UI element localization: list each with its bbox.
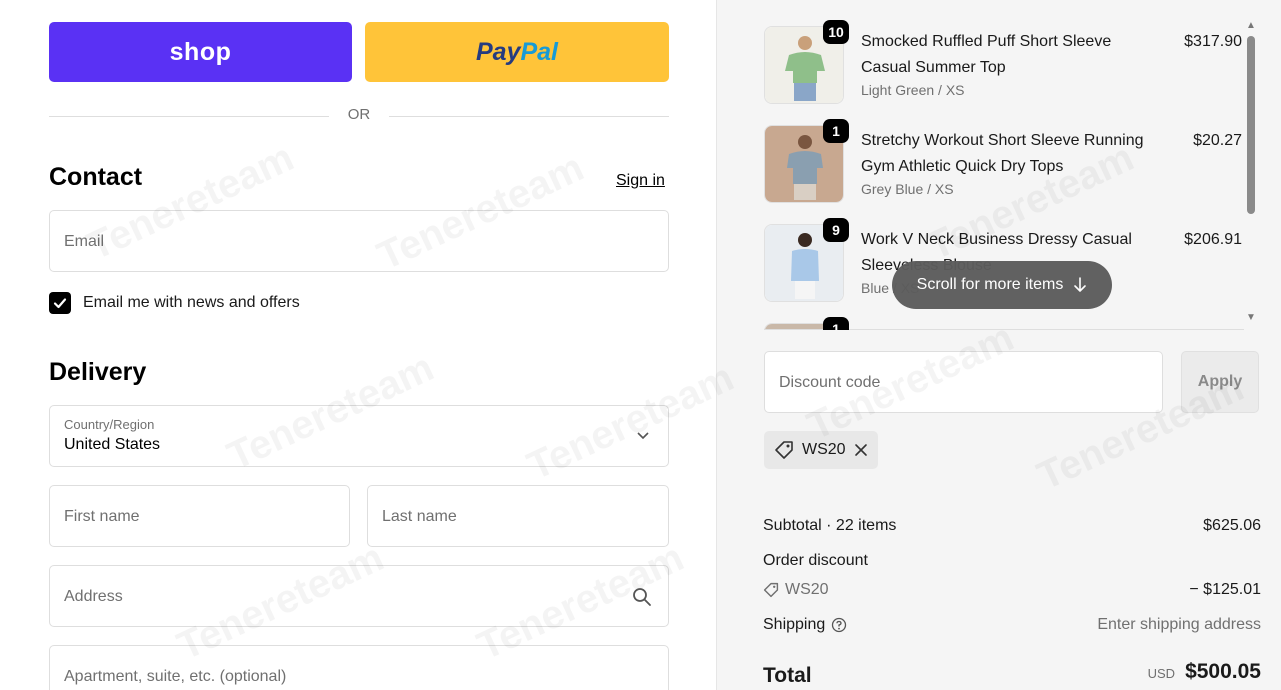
subtotal-row: Subtotal · 22 items $625.06 <box>763 517 1261 535</box>
newsletter-checkbox[interactable] <box>49 292 71 314</box>
quantity-badge: 1 <box>823 119 849 143</box>
item-price: $206.91 <box>1184 231 1242 248</box>
arrow-down-icon <box>1074 277 1087 292</box>
newsletter-label: Email me with news and offers <box>83 294 300 311</box>
discount-code-label: WS20 <box>785 581 829 598</box>
first-name-placeholder: First name <box>64 508 140 525</box>
discount-code-row: WS20 − $125.01 <box>763 581 1261 603</box>
tag-icon <box>775 441 793 459</box>
paypal-button[interactable]: Pay Pal <box>365 22 669 82</box>
item-title: Stretchy Workout Short Sleeve Running Gy… <box>861 132 1144 175</box>
cart-item: 1 Stretchy Workout Short Sleeve Running … <box>764 119 1244 209</box>
subtotal-value: $625.06 <box>1203 517 1261 534</box>
item-price: $317.90 <box>1184 33 1242 50</box>
or-label: OR <box>347 106 371 123</box>
chevron-down-icon <box>637 432 649 440</box>
scroll-for-more-button[interactable]: Scroll for more items <box>892 261 1112 309</box>
first-name-field[interactable]: First name <box>49 485 350 547</box>
or-divider: OR <box>49 106 669 126</box>
total-label: Total <box>763 664 812 687</box>
scroll-up-icon[interactable]: ▲ <box>1245 20 1257 31</box>
country-label: Country/Region <box>64 417 155 432</box>
sign-in-link[interactable]: Sign in <box>616 172 665 190</box>
contact-heading: Contact <box>49 163 143 191</box>
scroll-hint-label: Scroll for more items <box>916 276 1064 293</box>
checkout-page: shop Pay Pal OR Contact Sign in Email Ema… <box>0 0 1281 690</box>
address-placeholder: Address <box>64 588 123 605</box>
country-value: United States <box>64 436 161 453</box>
applied-code-label: WS20 <box>802 441 846 458</box>
last-name-placeholder: Last name <box>382 508 457 525</box>
shop-pay-button[interactable]: shop <box>49 22 352 82</box>
item-price: $20.27 <box>1193 132 1242 149</box>
help-icon[interactable] <box>831 617 847 633</box>
item-variant: Light Green / XS <box>861 82 965 98</box>
discount-placeholder: Discount code <box>779 374 881 391</box>
delivery-heading: Delivery <box>49 358 147 386</box>
address-field[interactable]: Address <box>49 565 669 627</box>
email-field[interactable]: Email <box>49 210 669 272</box>
apply-discount-button[interactable]: Apply <box>1181 351 1259 413</box>
quantity-badge: 1 <box>823 317 849 330</box>
or-line-right <box>389 116 669 117</box>
country-select[interactable]: Country/Region United States <box>49 405 669 467</box>
email-placeholder: Email <box>64 233 105 250</box>
quantity-badge: 10 <box>823 20 849 44</box>
discount-code-tag: WS20 <box>763 581 829 599</box>
last-name-field[interactable]: Last name <box>367 485 669 547</box>
order-discount-row: Order discount <box>763 552 1261 570</box>
shop-pay-label: shop <box>169 37 232 66</box>
shipping-row: Shipping Enter shipping address <box>763 616 1261 634</box>
quantity-badge: 9 <box>823 218 849 242</box>
currency-label: USD <box>1147 666 1176 681</box>
applied-discount-chip: WS20 <box>764 431 878 469</box>
cart-item: 10 Smocked Ruffled Puff Short Sleeve Cas… <box>764 20 1244 110</box>
checkout-form-column: shop Pay Pal OR Contact Sign in Email Ema… <box>0 0 716 690</box>
total-row: Total USD $500.05 <box>763 660 1261 688</box>
discount-code-input[interactable]: Discount code <box>764 351 1163 413</box>
paypal-label-pal: Pal <box>520 37 558 66</box>
scroll-down-icon[interactable]: ▼ <box>1245 312 1257 323</box>
search-icon[interactable] <box>632 587 652 607</box>
tag-icon <box>763 582 779 598</box>
shipping-label-group: Shipping <box>763 616 847 634</box>
scroll-thumb[interactable] <box>1247 36 1255 214</box>
item-title: Smocked Ruffled Puff Short Sleeve Casual… <box>861 33 1112 76</box>
shipping-label: Shipping <box>763 616 826 633</box>
apartment-field[interactable]: Apartment, suite, etc. (optional) <box>49 645 669 690</box>
express-checkout: shop Pay Pal <box>49 22 669 82</box>
subtotal-label: Subtotal · 22 items <box>763 517 897 534</box>
checkmark-icon <box>53 298 67 309</box>
shipping-value: Enter shipping address <box>1097 616 1261 633</box>
paypal-label-pay: Pay <box>475 37 521 66</box>
remove-discount-icon[interactable] <box>854 443 868 457</box>
item-variant: Grey Blue / XS <box>861 181 954 197</box>
discount-value: − $125.01 <box>1189 581 1261 598</box>
total-value: $500.05 <box>1185 660 1261 683</box>
apartment-placeholder: Apartment, suite, etc. (optional) <box>64 668 287 685</box>
newsletter-option[interactable]: Email me with news and offers <box>49 292 300 314</box>
total-amount-group: USD $500.05 <box>1148 660 1261 684</box>
order-discount-label: Order discount <box>763 552 868 569</box>
cart-scrollbar[interactable]: ▲ ▼ <box>1245 20 1257 330</box>
